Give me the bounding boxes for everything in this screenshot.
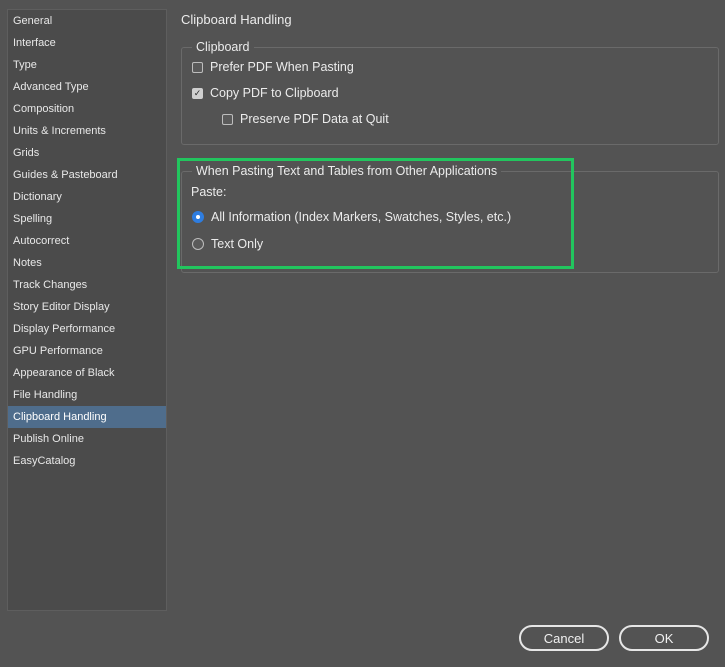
text-only-label: Text Only — [211, 237, 264, 251]
prefer-pdf-checkbox[interactable] — [192, 61, 203, 73]
sidebar-item-type[interactable]: Type — [8, 54, 166, 76]
sidebar-item-easycatalog[interactable]: EasyCatalog — [8, 450, 166, 472]
paste-label: Paste: — [191, 185, 227, 199]
copy-pdf-checkbox[interactable]: ✓ — [192, 87, 203, 99]
all-information-label: All Information (Index Markers, Swatches… — [211, 210, 512, 224]
checkmark-icon: ✓ — [193, 87, 202, 98]
text-only-option[interactable]: Text Only — [192, 237, 263, 251]
sidebar-item-gpu-performance[interactable]: GPU Performance — [8, 340, 166, 362]
all-information-option[interactable]: All Information (Index Markers, Swatches… — [192, 210, 511, 224]
sidebar-item-spelling[interactable]: Spelling — [8, 208, 166, 230]
sidebar-item-publish-online[interactable]: Publish Online — [8, 428, 166, 450]
panel-title: Clipboard Handling — [181, 12, 292, 27]
sidebar-item-track-changes[interactable]: Track Changes — [8, 274, 166, 296]
sidebar-item-clipboard-handling[interactable]: Clipboard Handling — [8, 406, 166, 428]
text-only-radio[interactable] — [192, 238, 204, 250]
sidebar-item-notes[interactable]: Notes — [8, 252, 166, 274]
sidebar-item-appearance-of-black[interactable]: Appearance of Black — [8, 362, 166, 384]
all-information-radio[interactable] — [192, 211, 204, 223]
sidebar-item-dictionary[interactable]: Dictionary — [8, 186, 166, 208]
sidebar-item-guides-pasteboard[interactable]: Guides & Pasteboard — [8, 164, 166, 186]
copy-pdf-option[interactable]: ✓ Copy PDF to Clipboard — [192, 86, 339, 100]
cancel-button[interactable]: Cancel — [519, 625, 609, 651]
pasting-group-legend: When Pasting Text and Tables from Other … — [192, 164, 502, 178]
ok-button[interactable]: OK — [619, 625, 709, 651]
sidebar-item-advanced-type[interactable]: Advanced Type — [8, 76, 166, 98]
sidebar-item-display-performance[interactable]: Display Performance — [8, 318, 166, 340]
sidebar-item-autocorrect[interactable]: Autocorrect — [8, 230, 166, 252]
sidebar-item-interface[interactable]: Interface — [8, 32, 166, 54]
sidebar-item-composition[interactable]: Composition — [8, 98, 166, 120]
sidebar-item-story-editor-display[interactable]: Story Editor Display — [8, 296, 166, 318]
prefer-pdf-label: Prefer PDF When Pasting — [210, 60, 354, 74]
sidebar-item-units-increments[interactable]: Units & Increments — [8, 120, 166, 142]
clipboard-group-legend: Clipboard — [192, 40, 254, 54]
sidebar-item-file-handling[interactable]: File Handling — [8, 384, 166, 406]
copy-pdf-label: Copy PDF to Clipboard — [210, 86, 339, 100]
sidebar-item-grids[interactable]: Grids — [8, 142, 166, 164]
preferences-sidebar: General Interface Type Advanced Type Com… — [7, 9, 167, 611]
prefer-pdf-option[interactable]: Prefer PDF When Pasting — [192, 60, 354, 74]
sidebar-item-general[interactable]: General — [8, 10, 166, 32]
preserve-pdf-label: Preserve PDF Data at Quit — [240, 112, 389, 126]
preserve-pdf-checkbox[interactable] — [222, 113, 233, 125]
preserve-pdf-option[interactable]: Preserve PDF Data at Quit — [222, 112, 389, 126]
